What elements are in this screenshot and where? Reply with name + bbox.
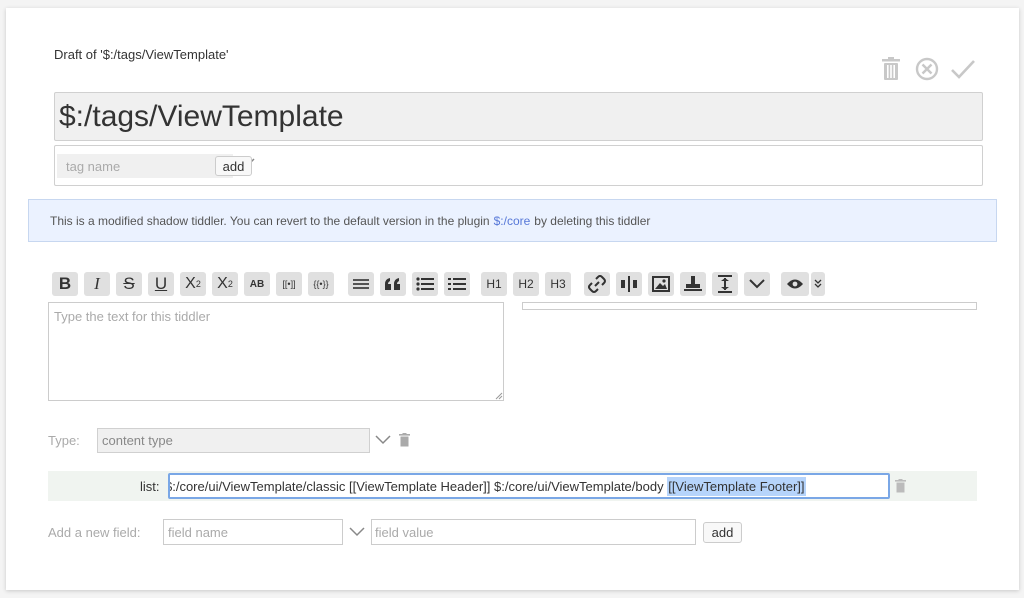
- transclude-button[interactable]: {{•}}: [308, 272, 334, 296]
- heading-3-button[interactable]: H3: [545, 272, 571, 296]
- stamp-icon: [684, 276, 702, 291]
- eye-icon: [787, 279, 803, 289]
- preview-type-button[interactable]: [811, 272, 825, 296]
- stamp-button[interactable]: [680, 272, 706, 296]
- superscript-mark: 2: [195, 279, 201, 289]
- quote-button[interactable]: [380, 272, 406, 296]
- draft-title: Draft of '$:/tags/ViewTemplate': [54, 47, 229, 62]
- editor-actions: [878, 56, 976, 82]
- notice-text-end: by deleting this tiddler: [534, 213, 651, 228]
- shadow-tiddler-notice: This is a modified shadow tiddler. You c…: [28, 199, 997, 242]
- preview-pane: [522, 302, 977, 310]
- underline-label: U: [154, 274, 168, 293]
- list-field-value: $:/core/ui/ViewTemplate/classic [[ViewTe…: [168, 478, 668, 494]
- notice-text: This is a modified shadow tiddler. You c…: [50, 213, 490, 228]
- superscript-button[interactable]: X2: [180, 272, 206, 296]
- checkmark-icon: [951, 60, 975, 79]
- list-field-input[interactable]: $:/core/ui/ViewTemplate/classic [[ViewTe…: [168, 473, 890, 499]
- tiddler-title-input[interactable]: $:/tags/ViewTemplate: [54, 92, 983, 141]
- smallcaps-label: AB: [249, 278, 265, 290]
- plugin-link[interactable]: $:/core: [494, 214, 531, 228]
- delete-button[interactable]: [878, 56, 904, 82]
- content-type-input[interactable]: content type: [97, 428, 370, 453]
- field-value-input[interactable]: field value: [371, 519, 696, 545]
- subscript-mark: 2: [227, 279, 233, 289]
- bold-button[interactable]: B: [52, 272, 78, 296]
- trash-icon[interactable]: [399, 433, 410, 447]
- monospaced-block-button[interactable]: [348, 272, 374, 296]
- numbered-list-button[interactable]: [444, 272, 470, 296]
- add-field-label: Add a new field:: [48, 525, 141, 540]
- transclude-label: {{•}}: [313, 279, 329, 289]
- superscript-label: X: [185, 275, 196, 292]
- bold-label: B: [58, 274, 72, 293]
- more-button[interactable]: [744, 272, 770, 296]
- strikethrough-button[interactable]: S: [116, 272, 142, 296]
- trash-icon[interactable]: [895, 479, 906, 493]
- excise-button[interactable]: [616, 272, 642, 296]
- bullet-list-icon: [416, 277, 434, 291]
- link-button[interactable]: [584, 272, 610, 296]
- italic-button[interactable]: I: [84, 272, 110, 296]
- field-name-input[interactable]: field name: [163, 519, 343, 545]
- heading-1-button[interactable]: H1: [481, 272, 507, 296]
- tiddler-editor-card: Draft of '$:/tags/ViewTemplate' $:/tags/…: [6, 8, 1019, 590]
- bullet-list-button[interactable]: [412, 272, 438, 296]
- resize-grip-icon[interactable]: [495, 392, 503, 400]
- wikilink-button[interactable]: [[•]]: [276, 272, 302, 296]
- list-field-row: list: $:/core/ui/ViewTemplate/classic [[…: [48, 471, 977, 501]
- type-label: Type:: [48, 433, 80, 448]
- underline-button[interactable]: U: [148, 272, 174, 296]
- excise-icon: [621, 276, 637, 292]
- heading-2-button[interactable]: H2: [513, 272, 539, 296]
- tag-picker: tag name add: [54, 145, 983, 186]
- italic-label: I: [94, 274, 100, 293]
- heading-1-label: H1: [486, 277, 502, 291]
- size-button[interactable]: [712, 272, 738, 296]
- double-chevron-down-icon: [814, 279, 822, 288]
- add-tag-button[interactable]: add: [215, 156, 252, 176]
- wikilink-label: [[•]]: [282, 279, 296, 289]
- tiddler-text-editor[interactable]: Type the text for this tiddler: [48, 302, 504, 401]
- tag-name-input[interactable]: tag name: [57, 154, 233, 178]
- subscript-button[interactable]: X2: [212, 272, 238, 296]
- heading-2-label: H2: [518, 277, 534, 291]
- resize-text-icon: [718, 275, 732, 293]
- add-field-button[interactable]: add: [703, 522, 742, 543]
- cancel-button[interactable]: [914, 56, 940, 82]
- list-field-selection: [[ViewTemplate Footer]]: [667, 476, 806, 496]
- close-circle-icon: [915, 57, 939, 81]
- trash-icon: [882, 57, 900, 80]
- monospace-block-icon: [353, 279, 369, 289]
- chevron-down-icon[interactable]: [375, 434, 391, 446]
- subscript-label: X: [217, 275, 228, 292]
- list-field-scroller: $:/core/ui/ViewTemplate/classic [[ViewTe…: [168, 476, 806, 496]
- heading-3-label: H3: [550, 277, 566, 291]
- link-icon: [588, 275, 606, 293]
- picture-icon: [652, 276, 670, 292]
- smallcaps-button[interactable]: AB: [244, 272, 270, 296]
- quote-icon: [385, 278, 400, 290]
- done-button[interactable]: [950, 56, 976, 82]
- picture-button[interactable]: [648, 272, 674, 296]
- chevron-down-icon: [749, 279, 765, 289]
- numbered-list-icon: [448, 278, 466, 290]
- editor-toolbar: B I S U X2 X2 AB [[•]] {{•}} H1 H2 H3: [52, 272, 832, 296]
- list-field-label: list:: [140, 479, 160, 494]
- preview-button[interactable]: [781, 272, 809, 296]
- chevron-down-icon[interactable]: [349, 526, 365, 538]
- strikethrough-label: S: [123, 274, 135, 293]
